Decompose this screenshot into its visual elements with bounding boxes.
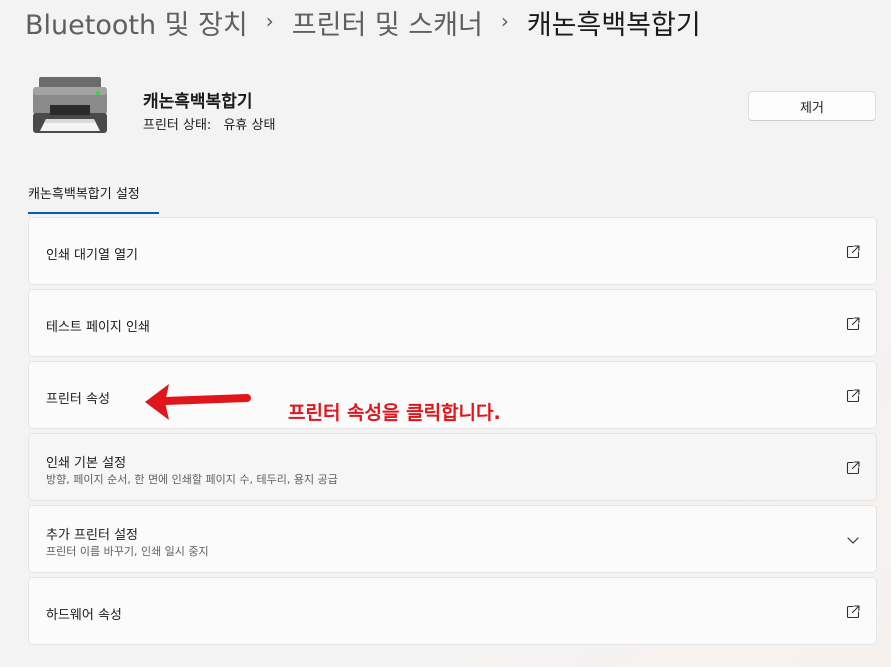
page-title: 캐논흑백복합기 [526, 9, 701, 41]
printer-status-value: 유휴 상태 [223, 118, 276, 133]
breadcrumb: Bluetooth 및 장치 › 프린터 및 스캐너 › 캐논흑백복합기 [25, 0, 701, 44]
breadcrumb-separator: › [500, 9, 509, 33]
tab-printer-settings[interactable]: 캐논흑백복합기 설정 [28, 183, 140, 202]
printer-properties-label: 프린터 속성 [46, 392, 110, 407]
open-external-icon [846, 461, 860, 475]
chevron-down-icon[interactable] [846, 533, 860, 547]
hardware-properties-item[interactable]: 하드웨어 속성 [28, 577, 877, 645]
more-printer-settings-label: 추가 프린터 설정 [46, 528, 138, 543]
breadcrumb-bluetooth-devices[interactable]: Bluetooth 및 장치 [25, 3, 248, 42]
hardware-properties-label: 하드웨어 속성 [46, 608, 122, 623]
printer-status: 프린터 상태: 유휴 상태 [143, 114, 275, 133]
printing-preferences-item[interactable]: 인쇄 기본 설정 방향, 페이지 순서, 한 면에 인쇄할 페이지 수, 테두리… [28, 433, 877, 501]
remove-button[interactable]: 제거 [748, 91, 876, 121]
more-printer-settings-description: 프린터 이름 바꾸기, 인쇄 일시 중지 [46, 545, 209, 558]
open-print-queue-label: 인쇄 대기열 열기 [46, 248, 138, 263]
print-test-page-item[interactable]: 테스트 페이지 인쇄 [28, 289, 877, 357]
device-name: 캐논흑백복합기 [143, 92, 253, 112]
open-print-queue-item[interactable]: 인쇄 대기열 열기 [28, 217, 877, 285]
annotation-arrow-icon [145, 384, 251, 420]
breadcrumb-printers-scanners[interactable]: 프린터 및 스캐너 [292, 3, 483, 42]
breadcrumb-separator: › [265, 9, 274, 33]
open-external-icon [846, 389, 860, 403]
printing-preferences-label: 인쇄 기본 설정 [46, 456, 127, 471]
more-printer-settings-item[interactable]: 추가 프린터 설정 프린터 이름 바꾸기, 인쇄 일시 중지 [28, 505, 877, 573]
print-test-page-label: 테스트 페이지 인쇄 [46, 320, 150, 335]
open-external-icon [846, 317, 860, 331]
open-external-icon [846, 245, 860, 259]
printing-preferences-description: 방향, 페이지 순서, 한 면에 인쇄할 페이지 수, 테두리, 용지 공급 [46, 473, 338, 486]
annotation-text: 프린터 속성을 클릭합니다. [288, 402, 501, 424]
open-external-icon [846, 605, 860, 619]
printer-icon [33, 77, 107, 133]
tab-underline [28, 212, 159, 214]
printer-status-label: 프린터 상태: [143, 118, 212, 133]
